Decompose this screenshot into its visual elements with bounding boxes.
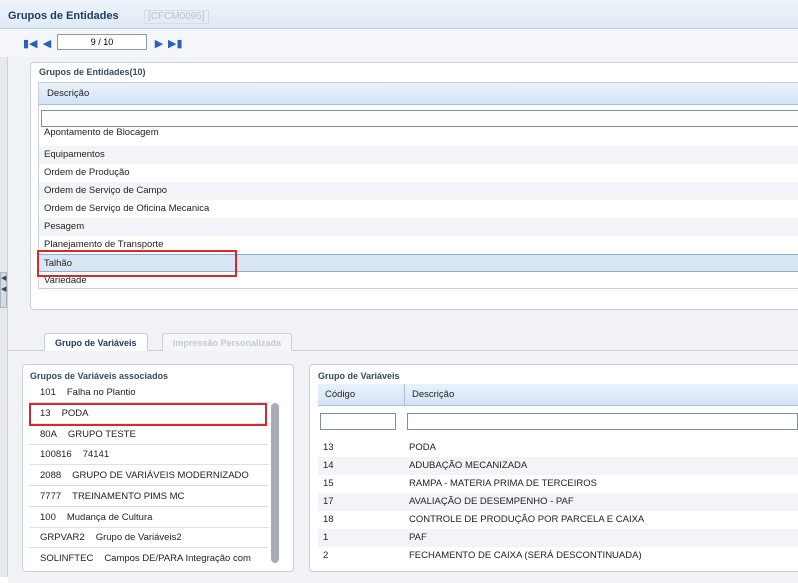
description-filter-input[interactable] <box>407 413 798 430</box>
row-description: AVALIAÇÃO DE DESEMPENHO - PAF <box>409 496 574 507</box>
variable-groups-title: Grupo de Variáveis <box>318 371 400 381</box>
variable-groups-grid: Código Descrição 13 PODA 14 ADUBAÇÃO MECAN… <box>318 384 798 564</box>
row-code: 14 <box>323 460 334 471</box>
table-row[interactable]: 14 ADUBAÇÃO MECANIZADA <box>318 457 798 475</box>
item-code: SOLINFTEC <box>40 553 94 564</box>
row-description: RAMPA - MATERIA PRIMA DE TERCEIROS <box>409 478 597 489</box>
item-description: TREINAMENTO PIMS MC <box>72 491 185 502</box>
list-item[interactable]: 80A GRUPO TESTE <box>29 425 269 445</box>
entity-group-row[interactable]: Variedade <box>39 272 798 288</box>
item-description: PODA <box>61 408 89 419</box>
next-record-icon[interactable]: ▶ <box>152 38 166 50</box>
item-code: 2088 <box>40 470 62 481</box>
row-code: 18 <box>323 514 334 525</box>
row-code: 2 <box>323 550 329 561</box>
entity-group-row[interactable]: Ordem de Produção <box>39 164 798 182</box>
previous-record-icon[interactable]: ◀ <box>40 38 54 50</box>
collapse-panel-handle[interactable]: ◀ ◀ <box>0 272 7 308</box>
item-description: Campos DE/PARA Integração com <box>104 553 251 564</box>
left-side-strip <box>0 57 8 577</box>
entity-group-row[interactable]: Ordem de Serviço de Oficina Mecanica <box>39 200 798 218</box>
table-row[interactable]: 13 PODA <box>318 439 798 457</box>
item-code: 7777 <box>40 491 62 502</box>
table-row[interactable]: 18 CONTROLE DE PRODUÇÃO POR PARCELA E CAI… <box>318 511 798 529</box>
first-record-icon[interactable]: ▮◀ <box>23 38 38 50</box>
entity-group-row[interactable]: Pesagem <box>39 218 798 236</box>
item-code: 100 <box>40 512 56 523</box>
title-bar: Grupos de Entidades [CFCM0095] <box>0 0 798 29</box>
table-row[interactable]: 15 RAMPA - MATERIA PRIMA DE TERCEIROS <box>318 475 798 493</box>
item-description: GRUPO TESTE <box>67 429 136 440</box>
row-description: FECHAMENTO DE CAIXA (SERÁ DESCONTINUADA) <box>409 550 642 561</box>
code-filter-input[interactable] <box>320 413 396 430</box>
row-code: 13 <box>323 442 334 453</box>
description-filter-input[interactable] <box>41 110 798 127</box>
list-item[interactable]: 7777 TREINAMENTO PIMS MC <box>29 487 269 507</box>
associated-list-scrollbar[interactable] <box>271 403 279 563</box>
item-code: 101 <box>40 387 56 398</box>
last-record-icon[interactable]: ▶▮ <box>168 38 183 50</box>
window-title: Grupos de Entidades <box>8 10 119 22</box>
record-navigation: ▮◀ ◀ ▶ ▶▮ <box>0 29 798 57</box>
entity-group-row-selected[interactable]: Talhão <box>39 254 798 272</box>
item-description: Grupo de Variáveis2 <box>95 532 182 543</box>
list-item[interactable]: 100816 74141 <box>29 445 269 465</box>
item-code: 13 <box>40 408 51 419</box>
item-description: Falha no Plantio <box>66 387 136 398</box>
list-item[interactable]: 2088 GRUPO DE VARIÁVEIS MODERNIZADO <box>29 466 269 486</box>
description-column-header[interactable]: Descrição <box>39 83 798 105</box>
list-item[interactable]: SOLINFTEC Campos DE/PARA Integração com <box>29 549 269 564</box>
entity-group-row[interactable]: Ordem de Serviço de Campo <box>39 182 798 200</box>
tab-custom-print[interactable]: Impressão Personalizada <box>162 333 293 352</box>
column-separator <box>404 384 405 406</box>
list-item[interactable]: 13 PODA <box>29 404 269 424</box>
row-description: ADUBAÇÃO MECANIZADA <box>409 460 528 471</box>
item-code: 100816 <box>40 449 72 460</box>
row-description: CONTROLE DE PRODUÇÃO POR PARCELA E CAIXA <box>409 514 645 525</box>
item-description: GRUPO DE VARIÁVEIS MODERNIZADO <box>72 470 249 481</box>
description-column-header[interactable]: Descrição <box>405 384 798 406</box>
list-item[interactable]: 100 Mudança de Cultura <box>29 508 269 528</box>
row-description: PAF <box>409 532 427 543</box>
table-row[interactable]: 2 FECHAMENTO DE CAIXA (SERÁ DESCONTINUADA… <box>318 547 798 564</box>
program-code: [CFCM0095] <box>144 10 209 24</box>
entity-groups-title: Grupos de Entidades(10) <box>39 67 146 77</box>
table-row[interactable]: 1 PAF <box>318 529 798 547</box>
row-code: 1 <box>323 532 329 543</box>
entity-group-row[interactable]: Equipamentos <box>39 146 798 164</box>
record-position-field[interactable] <box>57 34 147 50</box>
list-item[interactable]: 101 Falha no Plantio <box>29 383 269 403</box>
associated-groups-title: Grupos de Variáveis associados <box>30 371 169 381</box>
row-code: 15 <box>323 478 334 489</box>
tab-variable-group[interactable]: Grupo de Variáveis <box>44 333 148 353</box>
entity-group-row[interactable]: Apontamento de Blocagem <box>39 128 798 144</box>
associated-groups-list: 101 Falha no Plantio 13 PODA 80A GRUPO TEST… <box>29 383 283 564</box>
list-item[interactable]: GRPVAR2 Grupo de Variáveis2 <box>29 528 269 548</box>
entity-groups-grid: Descrição Apontamento de Blocagem Equipa… <box>38 82 798 289</box>
row-code: 17 <box>323 496 334 507</box>
item-code: GRPVAR2 <box>40 532 85 543</box>
entity-group-row[interactable]: Planejamento de Transporte <box>39 236 798 254</box>
item-description: Mudança de Cultura <box>66 512 153 523</box>
table-row[interactable]: 17 AVALIAÇÃO DE DESEMPENHO - PAF <box>318 493 798 511</box>
item-code: 80A <box>40 429 57 440</box>
code-column-header[interactable]: Código <box>318 384 404 406</box>
item-description: 74141 <box>82 449 110 460</box>
row-description: PODA <box>409 442 436 453</box>
